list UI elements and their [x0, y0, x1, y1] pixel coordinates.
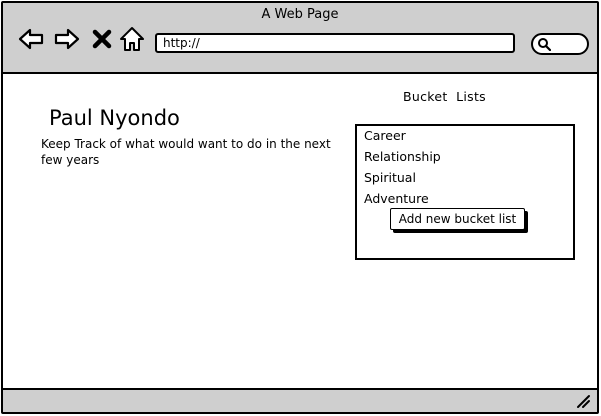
resize-grip-icon[interactable] — [575, 393, 591, 409]
window-title: A Web Page — [261, 7, 339, 22]
search-input[interactable] — [531, 33, 589, 55]
home-icon[interactable] — [119, 25, 145, 53]
close-icon[interactable] — [91, 25, 113, 53]
browser-window: A Web Page http:// Paul Nyondo Keep Trac… — [1, 1, 599, 414]
bucket-item-spiritual[interactable]: Spiritual — [364, 170, 416, 185]
profile-name: Paul Nyondo — [49, 106, 180, 130]
add-bucket-list-button[interactable]: Add new bucket list — [390, 208, 525, 230]
search-icon — [538, 38, 551, 51]
status-bar — [3, 388, 597, 412]
bucket-item-adventure[interactable]: Adventure — [364, 191, 429, 206]
browser-toolbar: A Web Page http:// — [3, 3, 597, 74]
bucket-item-career[interactable]: Career — [364, 128, 406, 143]
forward-arrow-icon[interactable] — [53, 25, 81, 53]
back-arrow-icon[interactable] — [17, 25, 45, 53]
page-content: Paul Nyondo Keep Track of what would wan… — [3, 76, 597, 388]
bucket-item-relationship[interactable]: Relationship — [364, 149, 441, 164]
bucket-list-panel: Career Relationship Spiritual Adventure … — [355, 124, 575, 260]
url-input[interactable]: http:// — [155, 33, 515, 53]
bucket-lists-heading: Bucket Lists — [403, 89, 486, 104]
profile-tagline: Keep Track of what would want to do in t… — [41, 137, 331, 167]
